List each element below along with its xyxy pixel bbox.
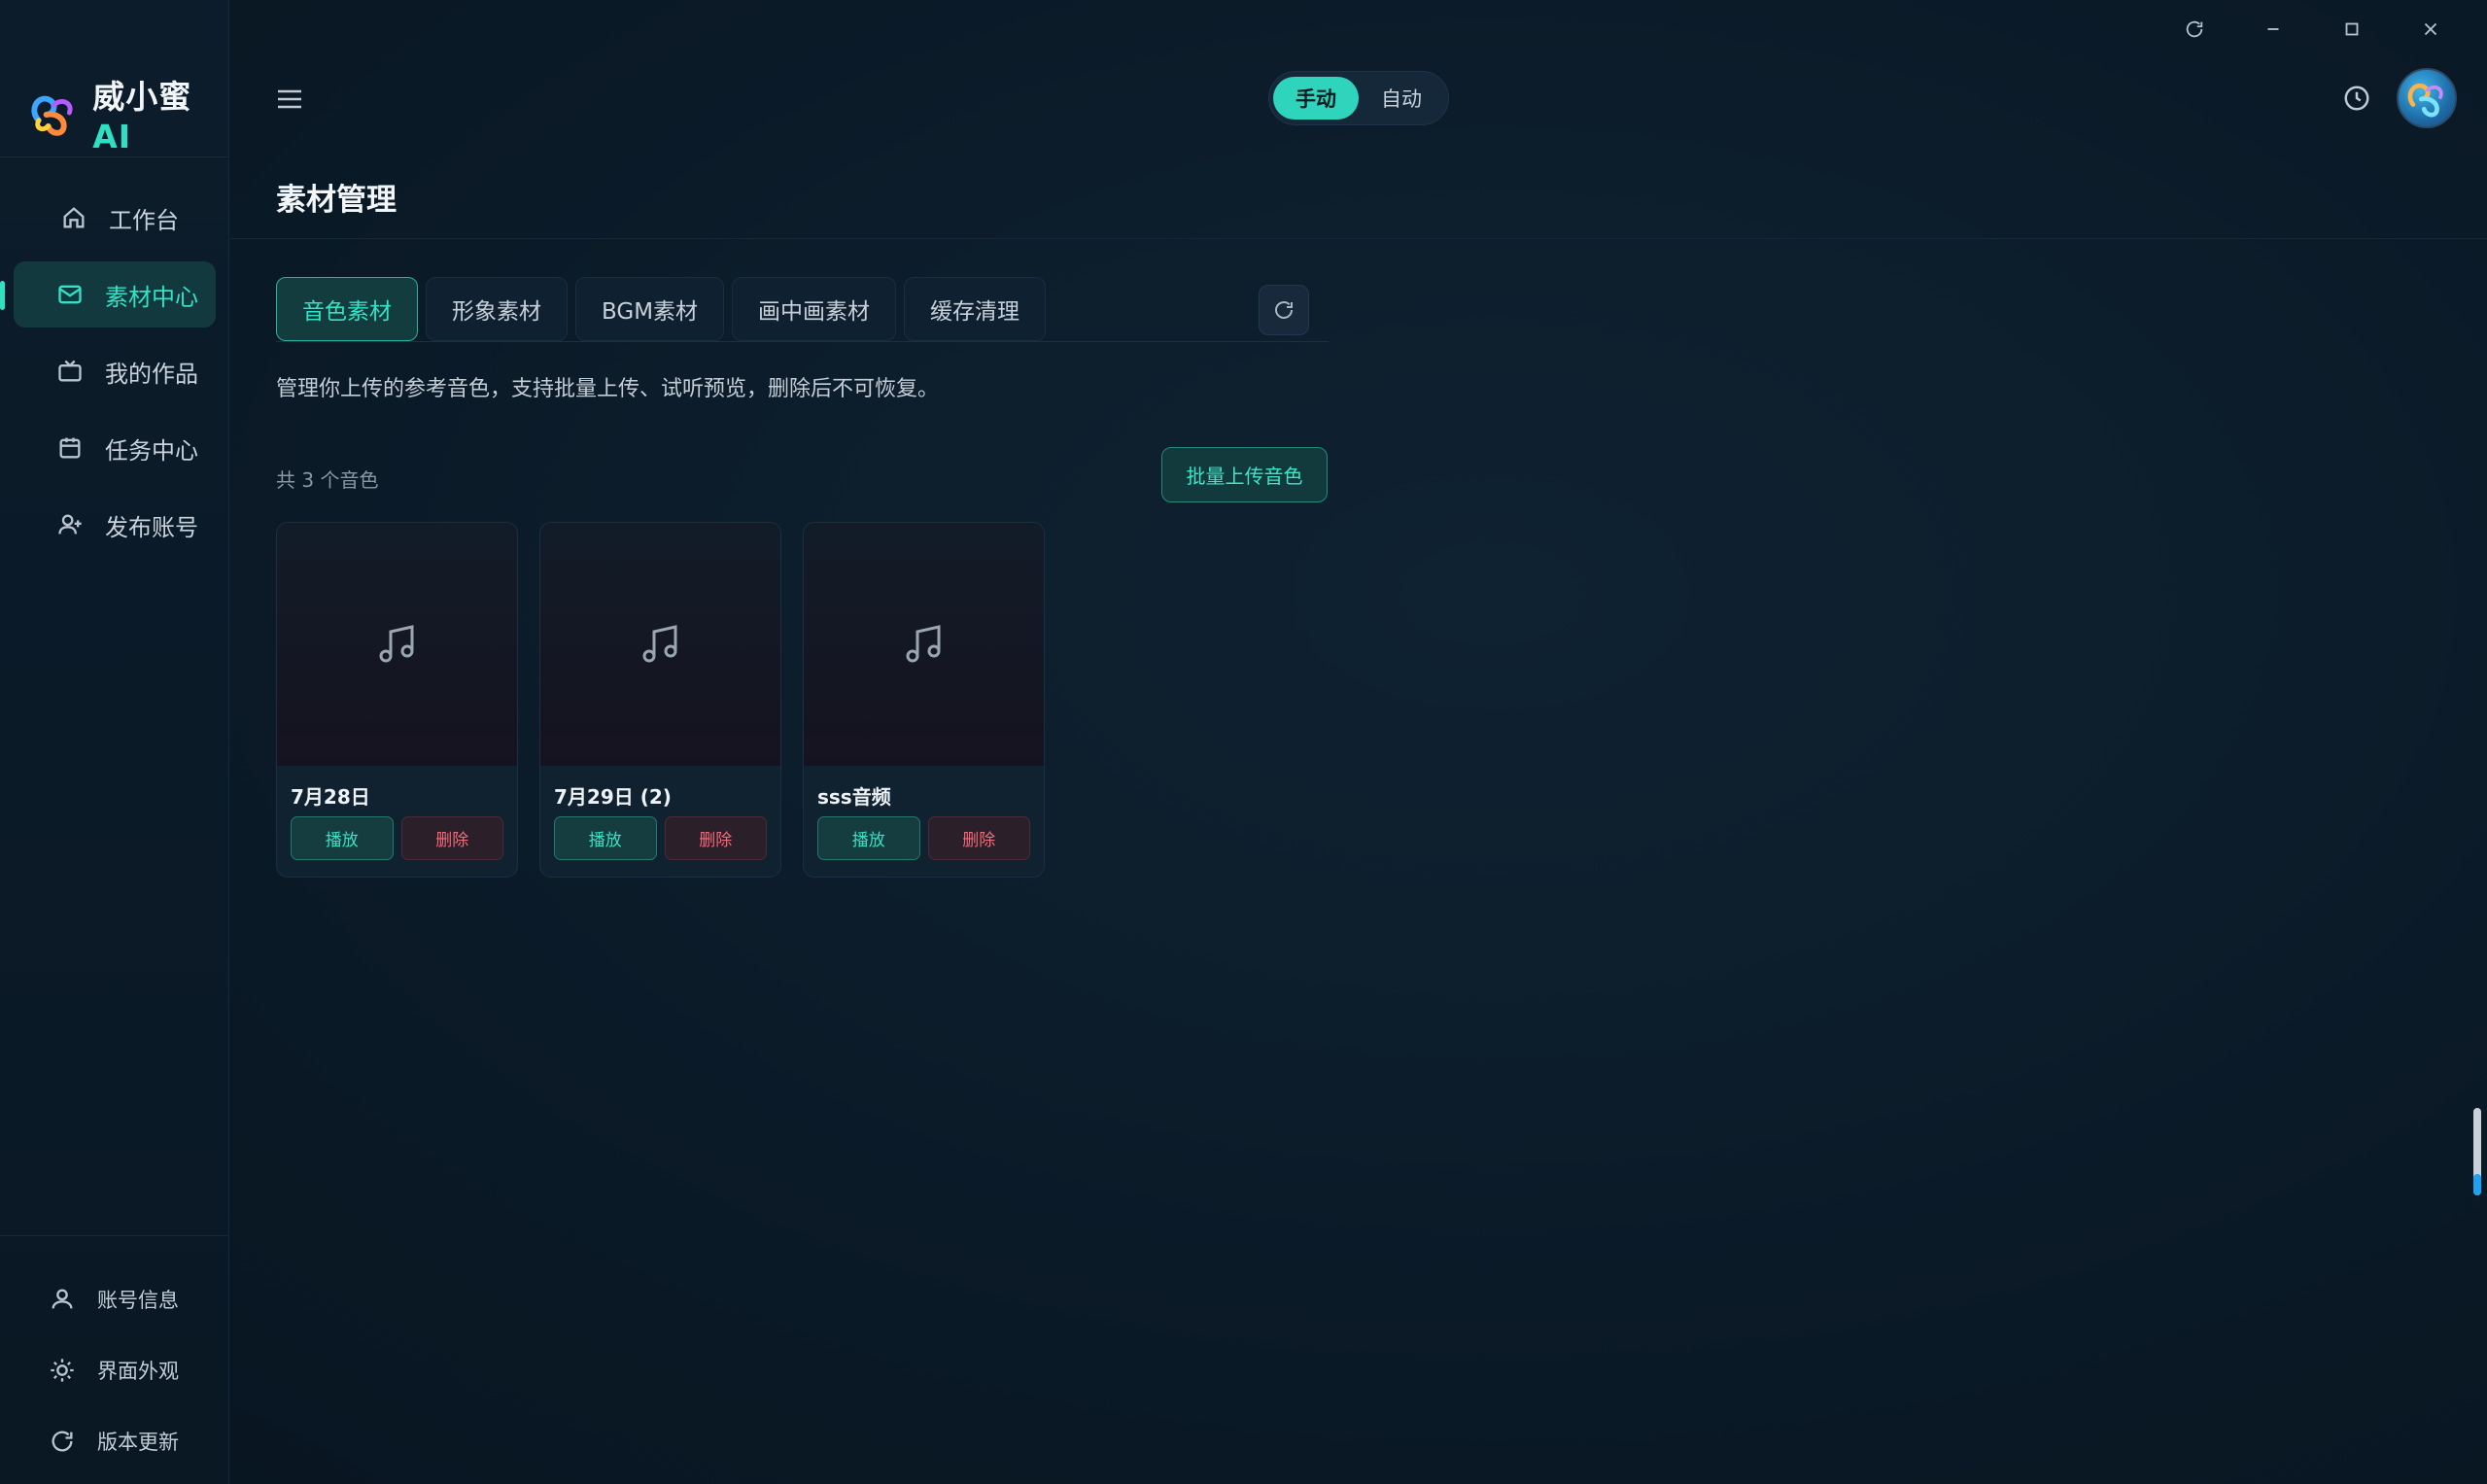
sidebar-item-workbench[interactable]: 工作台	[14, 185, 216, 251]
music-note-icon	[379, 625, 413, 663]
brand-suffix: AI	[92, 117, 132, 155]
refresh-icon	[1275, 301, 1293, 319]
active-indicator	[0, 281, 5, 310]
play-button[interactable]: 播放	[291, 816, 394, 860]
sidebar-item-label: 工作台	[109, 206, 179, 234]
tab-voice-material[interactable]: 音色素材	[276, 277, 418, 341]
sidebar-item-task-center[interactable]: 任务中心	[14, 415, 216, 481]
maximize-icon	[2345, 22, 2358, 36]
page-description: 管理你上传的参考音色，支持批量上传、试听预览，删除后不可恢复。	[276, 377, 940, 401]
card-actions: 播放 删除	[804, 816, 1044, 860]
tv-icon	[58, 360, 82, 382]
card-title: 7月28日	[291, 785, 370, 809]
avatar-logo-icon	[2407, 83, 2443, 118]
card-title: sss音频	[817, 785, 891, 809]
sidebar-item-label: 版本更新	[97, 1430, 179, 1454]
card-title: 7月29日 (2)	[554, 785, 672, 809]
tab-avatar-material[interactable]: 形象素材	[426, 277, 568, 341]
divider	[0, 156, 229, 157]
sidebar-item-label: 我的作品	[105, 360, 198, 388]
divider	[0, 1235, 229, 1236]
tab-bgm-material[interactable]: BGM素材	[575, 277, 725, 341]
clock-icon	[2344, 86, 2369, 111]
sidebar-item-publish-account[interactable]: 发布账号	[14, 492, 216, 558]
sidebar-item-label: 账号信息	[97, 1288, 179, 1312]
play-button[interactable]: 播放	[817, 816, 920, 860]
voice-count: 共 3 个音色	[276, 468, 379, 492]
card-actions: 播放 删除	[540, 816, 780, 860]
mode-switch: 手动 自动	[1268, 71, 1449, 125]
play-button[interactable]: 播放	[554, 816, 657, 860]
avatar[interactable]	[2397, 68, 2457, 128]
sidebar-bottom-nav: 账号信息 界面外观 版本更新	[49, 1263, 179, 1476]
user-plus-icon	[58, 514, 82, 535]
calendar-icon	[59, 437, 81, 459]
sidebar-item-label: 发布账号	[105, 513, 198, 541]
minimize-icon	[2267, 28, 2278, 30]
card-thumbnail	[277, 523, 517, 766]
page-title: 素材管理	[276, 183, 397, 218]
delete-button[interactable]: 删除	[664, 816, 767, 860]
divider	[230, 238, 2487, 239]
voice-card: 7月28日 播放 删除	[276, 522, 518, 878]
sidebar-item-label: 任务中心	[105, 436, 198, 465]
window-close-button[interactable]	[2391, 14, 2470, 45]
sidebar-item-version-update[interactable]: 版本更新	[49, 1405, 179, 1476]
tabs-underline	[276, 341, 1329, 342]
home-icon	[63, 207, 85, 228]
refresh-icon	[52, 1431, 73, 1452]
delete-button[interactable]: 删除	[927, 816, 1030, 860]
voice-card-list: 7月28日 播放 删除 7月29日 (2) 播放 删除 sss音频 播放 删除	[276, 522, 1045, 878]
sidebar-nav: 工作台 素材中心 我的作品 任务中心 发布账号	[0, 185, 216, 569]
sidebar-item-account-info[interactable]: 账号信息	[49, 1263, 179, 1334]
brand-name: 威小蜜	[92, 77, 192, 116]
music-note-icon	[642, 625, 676, 663]
menu-toggle-button[interactable]	[274, 86, 305, 113]
card-thumbnail	[804, 523, 1044, 766]
sun-icon	[51, 1358, 74, 1382]
sidebar-item-label: 素材中心	[105, 283, 198, 311]
voice-card: sss音频 播放 删除	[803, 522, 1045, 878]
delete-button[interactable]: 删除	[400, 816, 503, 860]
tab-cache-cleanup[interactable]: 缓存清理	[904, 277, 1047, 341]
close-icon	[2424, 22, 2436, 36]
sidebar-item-material-center[interactable]: 素材中心	[0, 261, 216, 328]
sidebar-item-appearance[interactable]: 界面外观	[49, 1334, 179, 1405]
mode-option-auto[interactable]: 自动	[1359, 77, 1444, 120]
sidebar-item-label: 界面外观	[97, 1359, 179, 1383]
mode-option-manual[interactable]: 手动	[1273, 77, 1359, 120]
history-button[interactable]	[2342, 84, 2371, 113]
voice-card: 7月29日 (2) 播放 删除	[539, 522, 781, 878]
card-thumbnail	[540, 523, 780, 766]
window-maximize-button[interactable]	[2312, 14, 2391, 45]
material-tabs: 音色素材 形象素材 BGM素材 画中画素材 缓存清理	[276, 277, 1047, 341]
user-icon	[52, 1289, 73, 1308]
window-refresh-button[interactable]	[2155, 14, 2233, 45]
refresh-icon	[2186, 20, 2202, 38]
tab-pip-material[interactable]: 画中画素材	[732, 277, 897, 341]
card-actions: 播放 删除	[277, 816, 517, 860]
brand[interactable]: 威小蜜AI	[25, 78, 228, 155]
brand-text: 威小蜜AI	[92, 71, 228, 155]
window-minimize-button[interactable]	[2233, 14, 2312, 45]
sidebar-item-my-works[interactable]: 我的作品	[14, 338, 216, 404]
scrollbar-thumb[interactable]	[2473, 1174, 2481, 1195]
brand-logo-icon	[31, 95, 73, 136]
refresh-list-button[interactable]	[1259, 285, 1309, 335]
window-controls	[2155, 14, 2470, 45]
sidebar: 威小蜜AI 工作台 素材中心 我的作品 任务中心 发布账号 账号信息 界面外观 …	[0, 0, 229, 1484]
batch-upload-button[interactable]: 批量上传音色	[1161, 447, 1328, 502]
app-window: 威小蜜AI 工作台 素材中心 我的作品 任务中心 发布账号 账号信息 界面外观 …	[0, 0, 2487, 1484]
music-note-icon	[906, 625, 940, 663]
mail-icon	[58, 285, 82, 304]
hamburger-icon	[278, 89, 301, 109]
